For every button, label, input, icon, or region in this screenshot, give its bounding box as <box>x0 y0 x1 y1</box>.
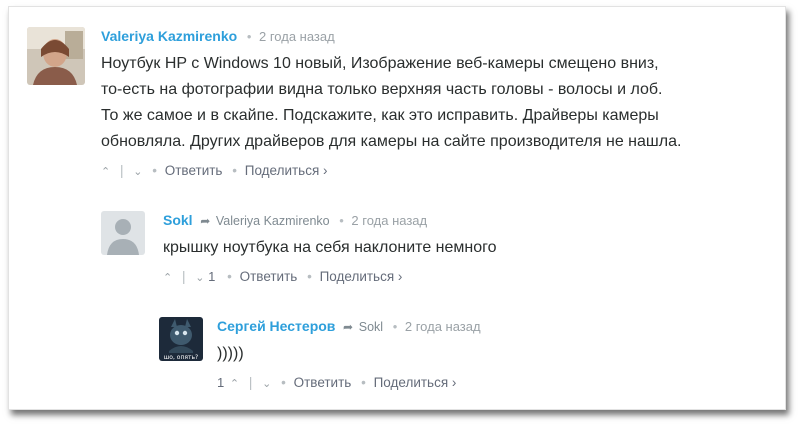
author-name[interactable]: Сергей Нестеров <box>217 318 335 334</box>
chevron-up-icon: ⌃ <box>101 166 111 178</box>
downvote-button[interactable]: ⌄ 1 <box>195 269 217 284</box>
meta-separator: • <box>392 319 398 334</box>
comment-actions: 1 ⌃ | ⌄ • Ответить • Поделиться › <box>217 373 767 393</box>
timestamp[interactable]: 2 года назад <box>351 213 427 228</box>
chevron-down-icon: ⌄ <box>262 378 272 390</box>
chevron-up-icon: ⌃ <box>163 272 173 284</box>
comment-meta: Valeriya Kazmirenko • 2 года назад <box>101 27 767 45</box>
upvote-count: 1 <box>217 375 225 390</box>
chevron-down-icon: ⌄ <box>195 272 205 284</box>
avatar[interactable] <box>27 27 85 85</box>
avatar[interactable]: шо, опять? <box>159 317 203 361</box>
actions-separator: • <box>281 375 286 390</box>
reply-arrow-icon: ➦ <box>200 214 211 228</box>
comment-line: крышку ноутбука на себя наклоните немног… <box>163 239 497 256</box>
downvote-button[interactable]: ⌄ <box>133 163 142 178</box>
share-button[interactable]: Поделиться › <box>320 269 403 284</box>
share-button[interactable]: Поделиться › <box>245 163 328 178</box>
comment-line: То же самое и в скайпе. Подскажите, как … <box>101 107 659 124</box>
timestamp[interactable]: 2 года назад <box>259 29 335 44</box>
chevron-up-icon: ⌃ <box>229 378 240 390</box>
downvote-button[interactable]: ⌄ <box>262 375 271 390</box>
comment-sergey: шо, опять? Сергей Нестеров ➦ Sokl • 2 го… <box>159 317 769 405</box>
reply-to-name[interactable]: Sokl <box>359 320 383 334</box>
share-button[interactable]: Поделиться › <box>374 375 457 390</box>
comment-meta: Sokl ➦ Valeriya Kazmirenko • 2 года наза… <box>163 211 753 229</box>
actions-separator: • <box>227 269 232 284</box>
reply-arrow-icon: ➦ <box>343 320 354 334</box>
timestamp[interactable]: 2 года назад <box>405 319 481 334</box>
meta-separator: • <box>246 29 252 44</box>
reply-button[interactable]: Ответить <box>294 375 352 390</box>
vote-divider: | <box>119 163 124 178</box>
comment-line: Ноутбук HP с Windows 10 новый, Изображен… <box>101 55 659 72</box>
actions-separator: • <box>307 269 312 284</box>
upvote-button[interactable]: ⌃ <box>101 163 110 178</box>
comment-line: обновляла. Других драйверов для камеры н… <box>101 133 682 150</box>
reply-button[interactable]: Ответить <box>165 163 223 178</box>
avatar[interactable] <box>101 211 145 255</box>
vote-divider: | <box>248 375 253 390</box>
comment-text: крышку ноутбука на себя наклоните немног… <box>163 235 753 261</box>
comments-panel: Valeriya Kazmirenko • 2 года назад Ноутб… <box>8 6 786 410</box>
meta-separator: • <box>339 213 344 228</box>
actions-separator: • <box>361 375 366 390</box>
reply-button[interactable]: Ответить <box>240 269 298 284</box>
comment-text: ))))) <box>217 341 767 367</box>
comment-meta: Сергей Нестеров ➦ Sokl • 2 года назад <box>217 317 767 335</box>
actions-separator: • <box>232 163 237 178</box>
comment-text: Ноутбук HP с Windows 10 новый, Изображен… <box>101 51 767 155</box>
chevron-down-icon: ⌄ <box>133 166 143 178</box>
reply-to-name[interactable]: Valeriya Kazmirenko <box>216 214 330 228</box>
actions-separator: • <box>152 163 157 178</box>
comment-sokl: Sokl ➦ Valeriya Kazmirenko • 2 года наза… <box>101 211 761 301</box>
avatar-caption: шо, опять? <box>164 354 198 361</box>
upvote-button[interactable]: 1 ⌃ <box>217 375 239 390</box>
upvote-button[interactable]: ⌃ <box>163 269 172 284</box>
downvote-count: 1 <box>208 269 216 284</box>
author-name[interactable]: Valeriya Kazmirenko <box>101 28 237 44</box>
comment-line: ))))) <box>217 345 244 362</box>
vote-divider: | <box>181 269 186 284</box>
comment-actions: ⌃ | ⌄ 1 • Ответить • Поделиться › <box>163 267 753 287</box>
comment-valeriya: Valeriya Kazmirenko • 2 года назад Ноутб… <box>27 27 767 187</box>
comment-line: то-есть на фотографии видна только верхн… <box>101 81 663 98</box>
author-name[interactable]: Sokl <box>163 212 193 228</box>
comment-actions: ⌃ | ⌄ • Ответить • Поделиться › <box>101 161 767 181</box>
